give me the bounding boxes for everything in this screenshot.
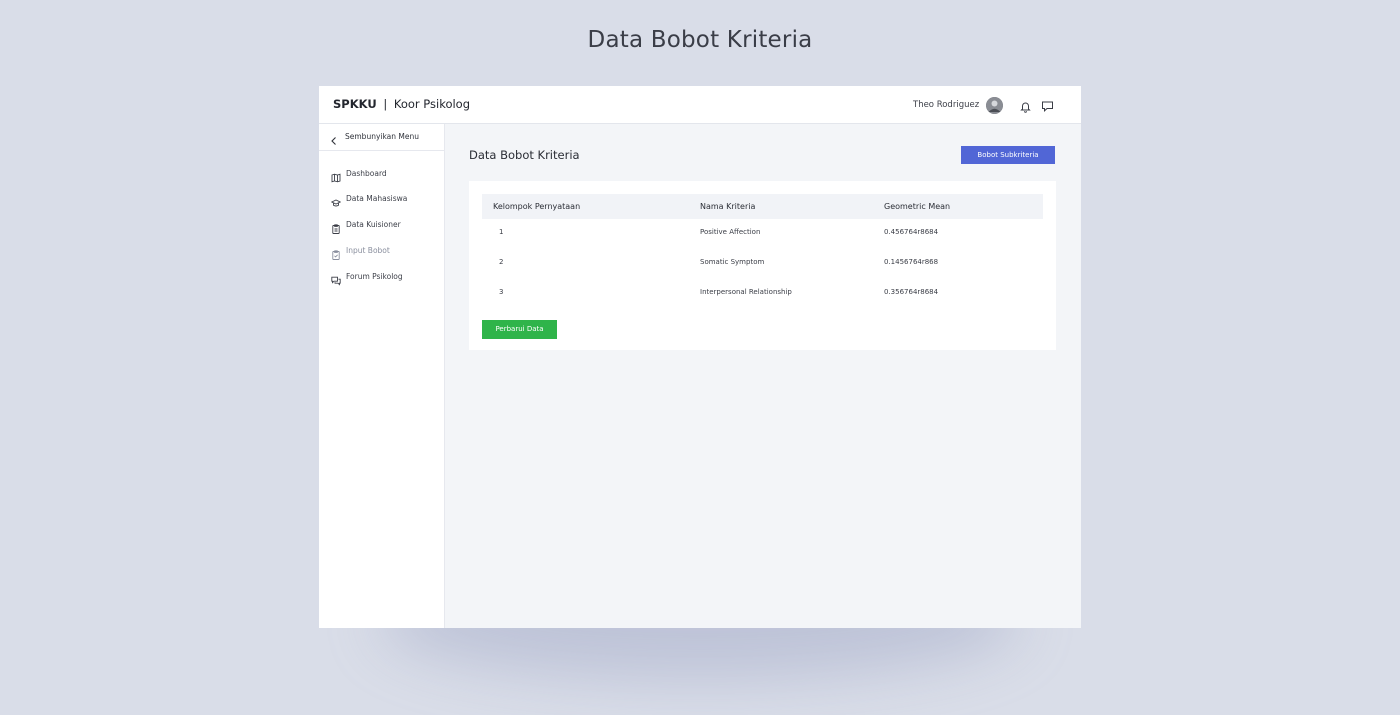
cell-geometric-mean: 0.456764r8684 <box>884 228 939 236</box>
sidebar-item-dashboard[interactable]: Dashboard <box>319 164 444 183</box>
user-name[interactable]: Theo Rodriguez <box>913 100 979 110</box>
sidebar-item-data-kuisioner[interactable]: Data Kuisioner <box>319 215 444 234</box>
chat-icon[interactable] <box>1041 98 1054 112</box>
sidebar-item-label: Input Bobot <box>346 246 390 255</box>
avatar-image <box>986 97 1003 114</box>
chevron-left-icon <box>330 131 338 145</box>
criteria-table: Kelompok Pernyataan Nama Kriteria Geomet… <box>482 194 1043 309</box>
hide-menu-button[interactable]: Sembunyikan Menu <box>319 124 444 151</box>
brand-role: Koor Psikolog <box>393 97 471 111</box>
criteria-card: Kelompok Pernyataan Nama Kriteria Geomet… <box>469 181 1056 350</box>
column-header-nama-kriteria[interactable]: Nama Kriteria <box>700 202 755 211</box>
cell-nama-kriteria: Interpersonal Relationship <box>700 288 792 296</box>
topbar: SPKKU | Koor Psikolog Theo Rodriguez <box>319 86 1081 124</box>
perbarui-data-button[interactable]: Perbarui Data <box>482 320 557 339</box>
bell-icon[interactable] <box>1019 98 1032 113</box>
sidebar-item-forum-psikolog[interactable]: Forum Psikolog <box>319 267 444 286</box>
page-heading: Data Bobot Kriteria <box>587 27 813 53</box>
brand[interactable]: SPKKU | Koor Psikolog <box>333 97 470 111</box>
clipboard-icon <box>331 219 341 234</box>
avatar[interactable] <box>986 97 1003 114</box>
brand-name: SPKKU <box>333 97 377 111</box>
table-row: 1 Positive Affection 0.456764r8684 <box>482 219 1043 249</box>
sidebar-item-label: Data Mahasiswa <box>346 194 408 203</box>
table-header: Kelompok Pernyataan Nama Kriteria Geomet… <box>482 194 1043 219</box>
chat-bubbles-icon <box>331 271 341 286</box>
sidebar-item-data-mahasiswa[interactable]: Data Mahasiswa <box>319 189 444 207</box>
cell-kelompok: 3 <box>499 288 504 296</box>
column-header-kelompok[interactable]: Kelompok Pernyataan <box>493 202 580 211</box>
bobot-subkriteria-button[interactable]: Bobot Subkriteria <box>961 146 1055 164</box>
sidebar-item-label: Forum Psikolog <box>346 272 403 281</box>
cell-kelompok: 1 <box>499 228 504 236</box>
cell-nama-kriteria: Positive Affection <box>700 228 761 236</box>
sidebar-item-label: Data Kuisioner <box>346 220 401 229</box>
table-row: 3 Interpersonal Relationship 0.356764r86… <box>482 279 1043 309</box>
hide-menu-label: Sembunyikan Menu <box>345 132 420 141</box>
cell-geometric-mean: 0.356764r8684 <box>884 288 939 296</box>
column-header-geometric-mean[interactable]: Geometric Mean <box>884 202 950 211</box>
sidebar-item-label: Dashboard <box>346 169 387 178</box>
graduation-cap-icon <box>330 193 342 207</box>
clipboard-check-icon <box>331 245 341 260</box>
brand-separator: | <box>383 97 388 111</box>
cell-kelompok: 2 <box>499 258 504 266</box>
cell-geometric-mean: 0.1456764r868 <box>884 258 939 266</box>
sidebar-item-input-bobot[interactable]: Input Bobot <box>319 241 444 260</box>
app-window: SPKKU | Koor Psikolog Theo Rodriguez Sem… <box>319 86 1081 628</box>
content-title: Data Bobot Kriteria <box>469 148 580 162</box>
table-row: 2 Somatic Symptom 0.1456764r868 <box>482 249 1043 279</box>
map-icon <box>331 168 341 183</box>
sidebar: Sembunyikan Menu Dashboard Data Mahasisw… <box>319 124 445 628</box>
cell-nama-kriteria: Somatic Symptom <box>700 258 765 266</box>
